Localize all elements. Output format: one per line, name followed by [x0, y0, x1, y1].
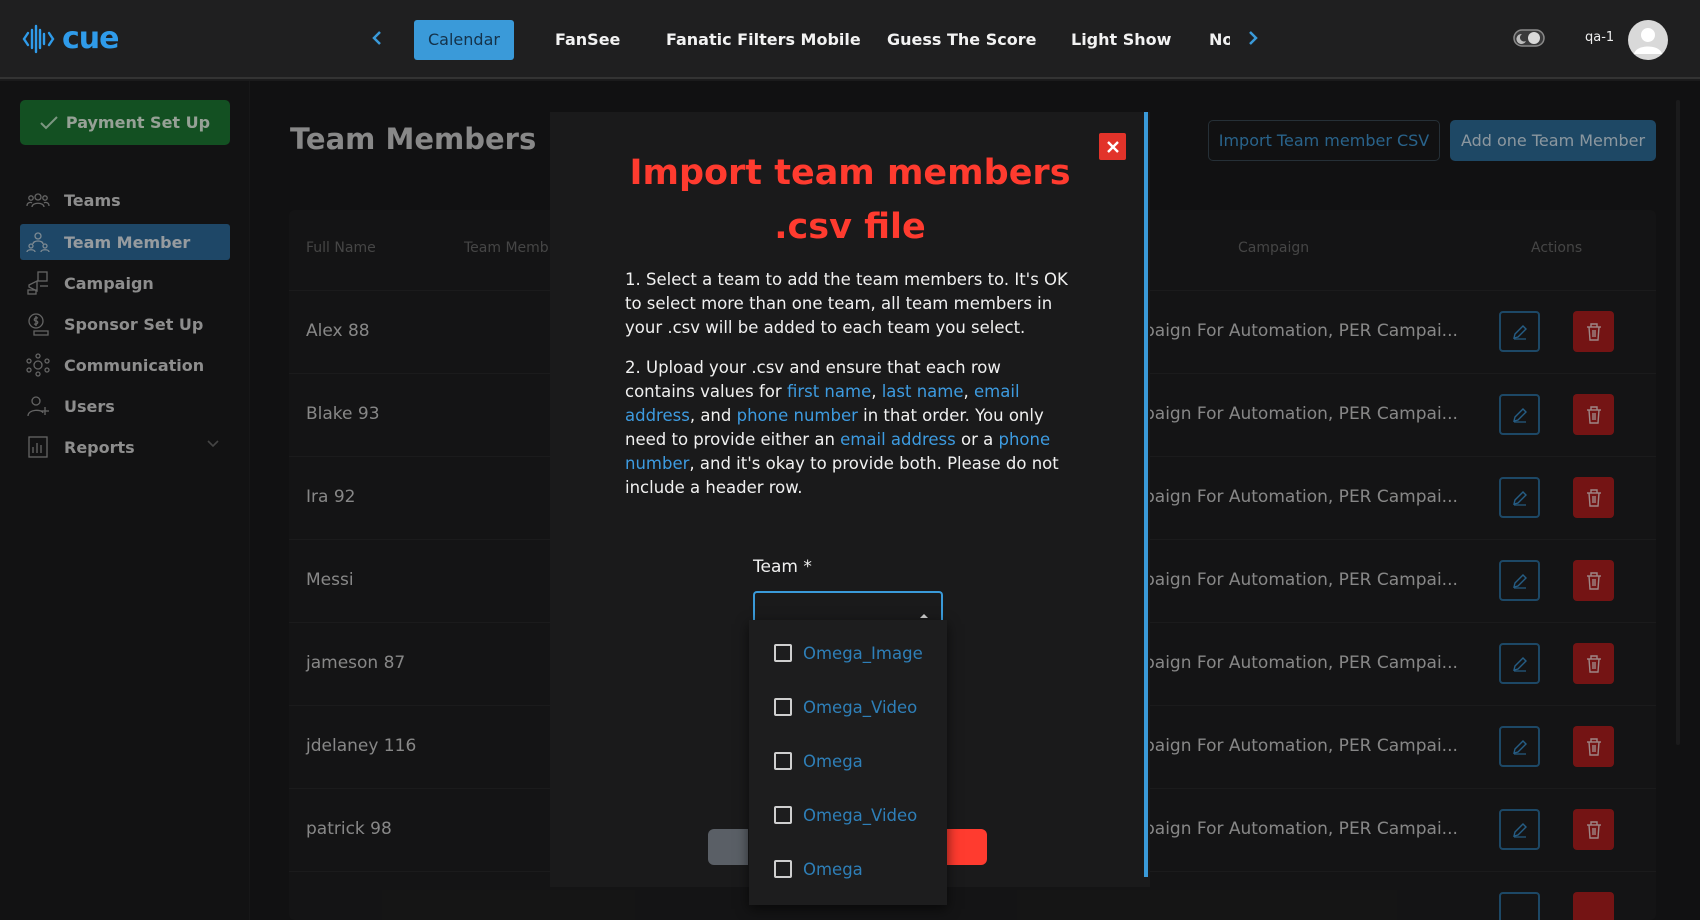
- modal-title-line2: .csv file: [774, 207, 926, 247]
- logo-icon: [22, 24, 55, 54]
- highlight-phone-number: phone number: [736, 406, 858, 425]
- theme-toggle-icon: [1513, 29, 1545, 47]
- team-option-label: Omega_Video: [803, 805, 918, 825]
- team-select[interactable]: [753, 591, 943, 621]
- tab-fansee[interactable]: FanSee: [555, 20, 620, 60]
- top-bar: cue Calendar FanSee Fanatic Filters Mobi…: [0, 0, 1700, 79]
- chevron-left-icon: [372, 31, 381, 45]
- cancel-button[interactable]: [708, 829, 748, 865]
- team-option[interactable]: Omega: [774, 857, 863, 881]
- modal-title: Import team members .csv file: [590, 146, 1110, 254]
- highlight-email-address: email address: [840, 430, 956, 449]
- team-option[interactable]: Omega_Video: [774, 803, 917, 827]
- modal-title-line1: Import team members: [629, 153, 1071, 193]
- team-option-label: Omega_Video: [803, 697, 918, 717]
- instruction-step-1: 1. Select a team to add the team members…: [625, 270, 1068, 337]
- team-option-label: Omega: [803, 751, 863, 771]
- team-option-label: Omega_Image: [803, 643, 923, 663]
- theme-toggle[interactable]: [1513, 28, 1545, 52]
- team-option[interactable]: Omega: [774, 749, 863, 773]
- instruction-step-2: 2. Upload your .csv and ensure that each…: [625, 358, 1059, 497]
- checkbox[interactable]: [774, 806, 792, 824]
- cue-logo[interactable]: cue: [22, 20, 119, 58]
- team-option-label: Omega: [803, 859, 863, 879]
- team-field-label: Team *: [753, 557, 812, 577]
- checkbox[interactable]: [774, 698, 792, 716]
- checkbox[interactable]: [774, 860, 792, 878]
- logo-text: cue: [62, 21, 119, 56]
- upload-button[interactable]: [945, 829, 987, 865]
- caret-up-icon: [920, 614, 928, 618]
- user-avatar-icon: [1634, 28, 1662, 54]
- nav-prev-button[interactable]: [364, 25, 390, 51]
- team-option[interactable]: Omega_Video: [774, 695, 917, 719]
- tab-fanatic-filters-mobile[interactable]: Fanatic Filters Mobile: [666, 20, 861, 60]
- nav-next-button[interactable]: [1240, 25, 1266, 51]
- chevron-right-icon: [1249, 31, 1258, 45]
- user-name[interactable]: qa-1: [1585, 30, 1614, 45]
- tab-calendar[interactable]: Calendar: [414, 20, 514, 60]
- tab-guess-the-score[interactable]: Guess The Score: [887, 20, 1036, 60]
- tab-light-show[interactable]: Light Show: [1071, 20, 1171, 60]
- checkbox[interactable]: [774, 644, 792, 662]
- team-dropdown-menu: Omega_Image Omega_Video Omega Omega_Vide…: [749, 620, 947, 905]
- modal-instructions: 1. Select a team to add the team members…: [625, 268, 1075, 516]
- user-avatar[interactable]: [1628, 20, 1668, 60]
- highlight-first-name: first name: [786, 382, 872, 401]
- tab-truncated[interactable]: No: [1209, 20, 1230, 60]
- checkbox[interactable]: [774, 752, 792, 770]
- modal-scrollbar[interactable]: [1144, 112, 1148, 877]
- team-option[interactable]: Omega_Image: [774, 641, 923, 665]
- highlight-last-name: last name: [881, 382, 964, 401]
